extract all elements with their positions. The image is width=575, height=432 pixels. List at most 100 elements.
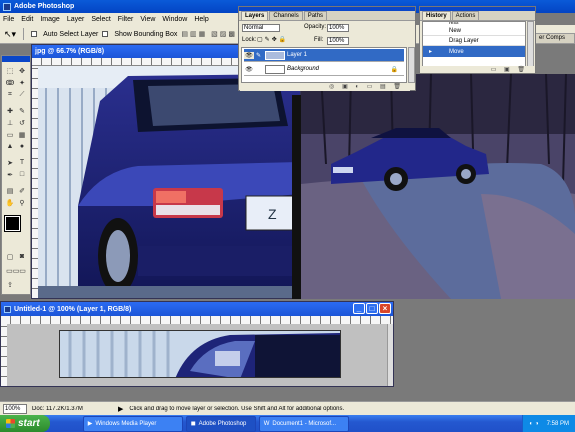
bounding-box-checkbox[interactable] [102,31,109,37]
move-tool-icon[interactable]: ✥ [17,66,27,75]
shape-tool-icon[interactable]: □ [17,170,27,179]
bounding-box-label: Show Bounding Box [114,30,178,38]
workspace-background [394,301,575,387]
screen-mode-icons[interactable]: ▭▭▭ [3,266,29,275]
eye-icon[interactable]: 👁 [244,66,254,73]
document2-titlebar[interactable]: Untitled-1 @ 100% (Layer 1, RGB/8) _ □ × [1,302,393,316]
zoom-field[interactable]: 100% [3,403,27,414]
fill-field[interactable]: 100% [327,37,349,45]
task-media-player[interactable]: ▶ Windows Media Player [82,415,183,432]
history-item-label: Move [449,48,464,55]
blur-tool-icon[interactable]: ▲ [5,142,15,151]
standard-mode-icon[interactable]: ▢ [5,252,15,261]
tab-layers[interactable]: Layers [241,11,269,20]
align-icons[interactable]: ▤▥▦ ▧▨▩ [181,30,237,38]
jump-to-imageready-icon[interactable]: ⇪ [5,280,15,289]
menu-view[interactable]: View [140,16,155,23]
gradient-tool-icon[interactable]: ▦ [17,130,27,139]
document-window-untitled[interactable]: Untitled-1 @ 100% (Layer 1, RGB/8) _ □ × [0,301,394,387]
fill-label: Fill: [314,37,324,43]
history-list: ress New Drag Layer ▸ Move [422,21,526,67]
forest-road-photo[interactable] [301,74,575,299]
history-item-move[interactable]: ▸ Move [423,46,525,57]
workspace-strip [0,387,575,401]
tab-paths[interactable]: Paths [303,11,328,20]
menu-layer[interactable]: Layer [67,16,85,23]
task-label: Adobe Photoshop [198,420,247,427]
car-strip-photo [60,331,340,377]
start-label: start [18,418,40,429]
document2-title: Untitled-1 @ 100% (Layer 1, RGB/8) [14,305,132,313]
hand-tool-icon[interactable]: ✋ [5,198,15,207]
status-arrow-icon[interactable]: ▶ [118,405,123,413]
menu-filter[interactable]: Filter [118,16,134,23]
menu-file[interactable]: File [3,16,14,23]
tab-actions[interactable]: Actions [451,11,480,20]
move-tool-icon[interactable]: ↖▾ [4,29,16,40]
healing-brush-icon[interactable]: ✚ [5,106,15,115]
menu-image[interactable]: Image [40,16,59,23]
tab-channels[interactable]: Channels [269,11,303,20]
lock-label: Lock: [242,37,257,43]
opacity-label: Opacity: [304,24,327,30]
horizontal-ruler [1,316,393,324]
quickmask-mode-icon[interactable]: ◙ [17,252,27,261]
toolbox-grip[interactable] [2,56,30,62]
layers-scrollbar[interactable] [408,47,415,83]
crop-tool-icon[interactable]: ⌗ [5,90,15,99]
foreground-color-swatch[interactable] [4,215,21,232]
status-bar: 100% Doc: 117.2K/1.37M ▶ Click and drag … [0,401,575,415]
layer1-image[interactable] [59,330,341,378]
doc-size: Doc: 117.2K/1.37M [32,405,83,412]
lock-icons[interactable]: ▢✎✥🔒 [257,36,288,43]
car-photo-layer[interactable]: Z [38,66,300,298]
slice-tool-icon[interactable]: ⟋ [17,90,27,99]
menu-window[interactable]: Window [162,16,187,23]
history-scrollbar[interactable] [527,21,534,67]
brush-tool-icon[interactable]: ✎ [17,106,27,115]
eye-icon[interactable]: 👁 [244,51,254,59]
start-button[interactable]: start [0,415,50,432]
notes-tool-icon[interactable]: ▤ [5,186,15,195]
history-brush-icon[interactable]: ↺ [17,118,27,127]
pen-tool-icon[interactable]: ✒ [5,170,15,179]
stamp-tool-icon[interactable]: ⊥ [5,118,15,127]
toolbox: ⬚ ✥ ↂ ✦ ⌗ ⟋ ✚ ✎ ⊥ ↺ ▭ ▦ ▲ ● ➤ T ✒ □ ▤ ✐ … [1,55,31,295]
windows-taskbar: start ▶ Windows Media Player ◼ Adobe Photo… [0,415,575,432]
tab-history[interactable]: History [422,11,451,20]
lasso-tool-icon[interactable]: ↂ [5,78,15,87]
close-button[interactable]: × [379,303,391,314]
layer-row-layer1[interactable]: 👁 ✎ Layer 1 [244,49,404,62]
document2-scrollbar[interactable] [387,324,393,386]
eraser-tool-icon[interactable]: ▭ [5,130,15,139]
zoom-tool-icon[interactable]: ⚲ [17,198,27,207]
system-tray: ◐◑ 7:58 PM [522,415,575,432]
car-on-road-photo [301,74,575,299]
task-photoshop[interactable]: ◼ Adobe Photoshop [185,415,256,432]
layer-comps-tab[interactable]: er Comps [535,33,575,44]
layer-row-background[interactable]: 👁 Background 🔒 [244,63,404,76]
magic-wand-icon[interactable]: ✦ [17,78,27,87]
tray-icons[interactable]: ◐◑ [529,421,540,427]
menu-select[interactable]: Select [91,16,110,23]
menu-help[interactable]: Help [194,16,208,23]
layers-footer-icons[interactable]: ◎ ▣ ◐ ▭ ▤ 🗑 [240,83,410,91]
blend-mode-select[interactable]: Normal [242,24,280,32]
menu-edit[interactable]: Edit [21,16,33,23]
eyedropper-icon[interactable]: ✐ [17,186,27,195]
history-item-drag-layer[interactable]: Drag Layer [423,36,525,46]
document2-window-buttons: _ □ × [353,303,391,314]
photoshop-icon: ◼ [190,421,196,427]
opacity-field[interactable]: 100% [327,24,349,32]
history-item-new[interactable]: New [423,26,525,36]
maximize-button[interactable]: □ [366,303,378,314]
type-tool-icon[interactable]: T [17,158,27,167]
marquee-tool-icon[interactable]: ⬚ [5,66,15,75]
task-word[interactable]: W Document1 - Microsof... [258,415,349,432]
history-footer-icons[interactable]: ▭ ▣ 🗑 [421,66,534,73]
dodge-tool-icon[interactable]: ● [17,142,27,151]
task-label: Windows Media Player [95,420,157,427]
path-select-icon[interactable]: ➤ [5,158,15,167]
auto-select-checkbox[interactable] [31,31,38,37]
minimize-button[interactable]: _ [353,303,365,314]
